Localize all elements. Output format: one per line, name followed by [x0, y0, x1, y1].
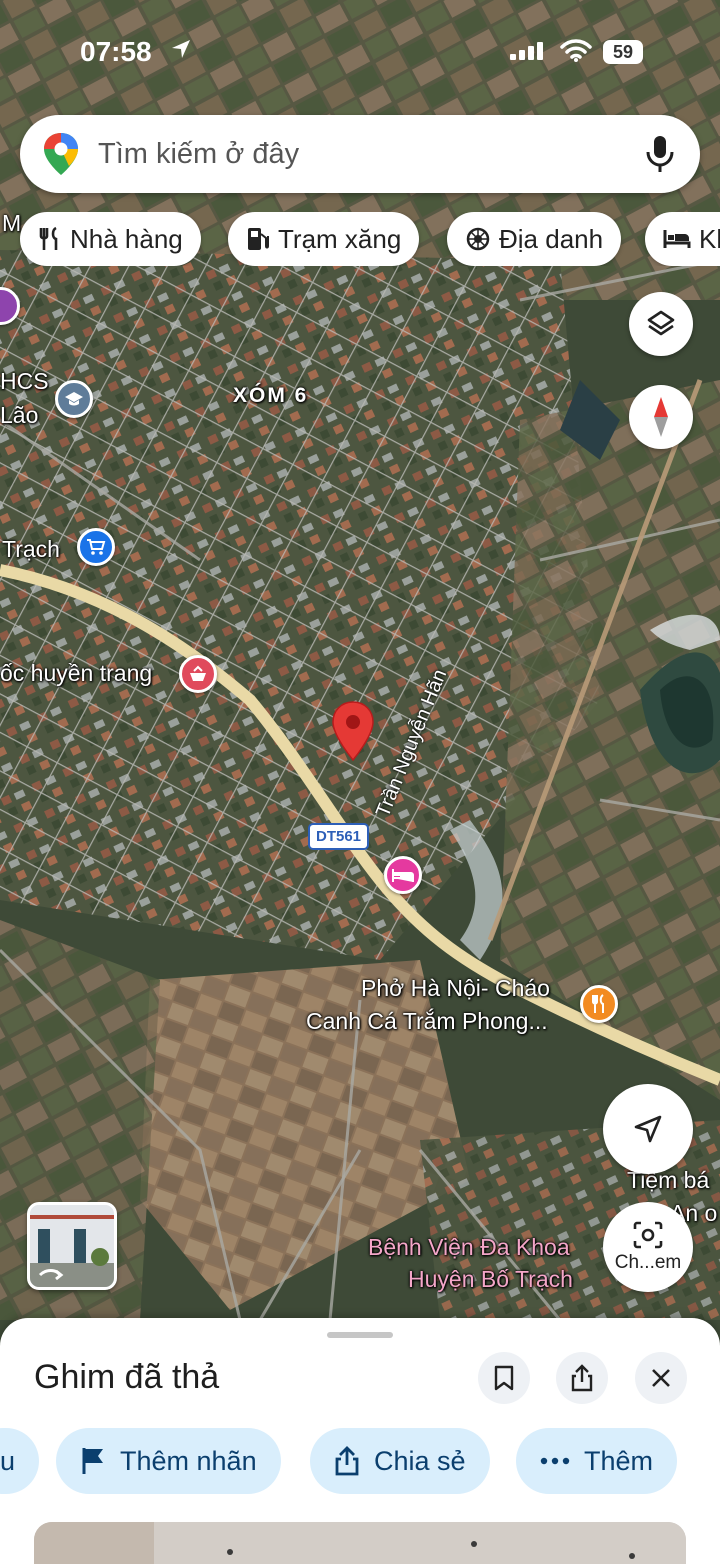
street-view-thumbnail[interactable]	[27, 1202, 117, 1290]
lens-label: Ch...em	[614, 1252, 682, 1273]
my-location-button[interactable]	[603, 1084, 693, 1174]
more-button[interactable]: Thêm	[516, 1428, 678, 1494]
snail-shop-pin[interactable]	[179, 655, 217, 693]
microphone-icon[interactable]	[644, 134, 676, 174]
restaurant-pin[interactable]	[580, 985, 618, 1023]
lens-camera-icon	[633, 1221, 663, 1249]
school-label-line-2[interactable]: Lão	[0, 402, 38, 429]
sheet-action-chips: u Thêm nhãn Chia sẻ Thêm	[0, 1428, 720, 1494]
place-photo-image	[34, 1522, 686, 1564]
chip-label: Nhà hàng	[70, 223, 183, 254]
layers-button[interactable]	[629, 292, 693, 356]
more-dots-icon	[540, 1457, 570, 1465]
chip-label: Kh	[699, 223, 720, 254]
wifi-icon	[560, 39, 592, 62]
school-label-line-1[interactable]: HCS	[0, 368, 49, 395]
gas-pump-icon	[248, 228, 269, 250]
category-chips: Nhà hàng Trạm xăng Địa danh Kh	[0, 212, 720, 266]
layers-icon	[647, 310, 675, 336]
food-icon	[190, 665, 206, 681]
shop-label[interactable]: Trạch	[2, 536, 60, 563]
location-arrow-icon	[172, 40, 190, 58]
school-icon	[65, 392, 83, 406]
bed-icon	[663, 230, 691, 248]
search-input[interactable]: Tìm kiếm ở đây	[98, 138, 644, 171]
shopping-cart-icon	[87, 539, 106, 555]
chip-landmarks[interactable]: Địa danh	[447, 212, 622, 266]
action-label: Chia sẻ	[374, 1445, 466, 1476]
compass-button[interactable]	[629, 385, 693, 449]
share-button[interactable]: Chia sẻ	[310, 1428, 490, 1494]
compass-icon	[654, 397, 668, 437]
google-maps-logo-icon	[44, 133, 78, 175]
school-pin[interactable]	[55, 380, 93, 418]
status-time: 07:58	[80, 36, 152, 67]
bookmark-icon	[494, 1365, 514, 1391]
chip-restaurants[interactable]: Nhà hàng	[20, 212, 201, 266]
bed-icon	[392, 869, 414, 882]
place-bottom-sheet[interactable]: Ghim đã thả u Thêm nhãn Chia sẻ Thêm	[0, 1318, 720, 1564]
battery-indicator: 59	[603, 40, 643, 64]
street-view-image	[30, 1205, 114, 1287]
close-icon	[652, 1369, 670, 1387]
lens-button[interactable]: Ch...em	[603, 1202, 693, 1292]
save-button[interactable]	[478, 1352, 530, 1404]
share-icon	[571, 1364, 593, 1392]
chip-gas-stations[interactable]: Trạm xăng	[228, 212, 420, 266]
fork-knife-icon	[39, 226, 58, 250]
status-bar: 07:58 59	[0, 28, 720, 78]
action-label: u	[0, 1445, 16, 1476]
share-icon-button[interactable]	[556, 1352, 608, 1404]
cellular-signal-icon	[510, 42, 543, 60]
flag-icon	[82, 1448, 103, 1474]
search-bar[interactable]: Tìm kiếm ở đây	[20, 115, 700, 193]
action-label: Thêm	[584, 1445, 654, 1476]
restaurant-label-line-1[interactable]: Phở Hà Nội- Cháo	[361, 975, 550, 1002]
shopping-pin[interactable]	[77, 528, 115, 566]
sheet-drag-handle[interactable]	[327, 1332, 393, 1338]
landmark-icon	[466, 227, 490, 251]
place-photo[interactable]	[34, 1522, 686, 1564]
hospital-label-line-1[interactable]: Bệnh Viện Đa Khoa	[368, 1234, 570, 1261]
add-label-button[interactable]: Thêm nhãn	[56, 1428, 281, 1494]
hospital-label-line-2[interactable]: Huyện Bố Trạch	[408, 1266, 573, 1293]
snail-shop-label[interactable]: ốc huyền trang	[0, 660, 152, 687]
chip-hotels[interactable]: Kh	[645, 212, 720, 266]
hotel-pin[interactable]	[384, 856, 422, 894]
sheet-title: Ghim đã thả	[34, 1358, 220, 1396]
road-shield-dt561: DT561	[308, 823, 370, 850]
navigation-arrow-icon	[634, 1115, 662, 1143]
share-icon	[335, 1446, 359, 1476]
chip-label: Trạm xăng	[278, 223, 402, 254]
area-label: XÓM 6	[233, 384, 309, 407]
action-partial[interactable]: u	[0, 1428, 40, 1494]
restaurant-label-line-2[interactable]: Canh Cá Trắm Phong...	[306, 1008, 548, 1035]
close-button[interactable]	[635, 1352, 687, 1404]
chip-label: Địa danh	[499, 223, 604, 254]
fork-knife-icon	[592, 994, 604, 1013]
dropped-pin-icon[interactable]	[331, 700, 375, 762]
action-label: Thêm nhãn	[120, 1445, 257, 1476]
